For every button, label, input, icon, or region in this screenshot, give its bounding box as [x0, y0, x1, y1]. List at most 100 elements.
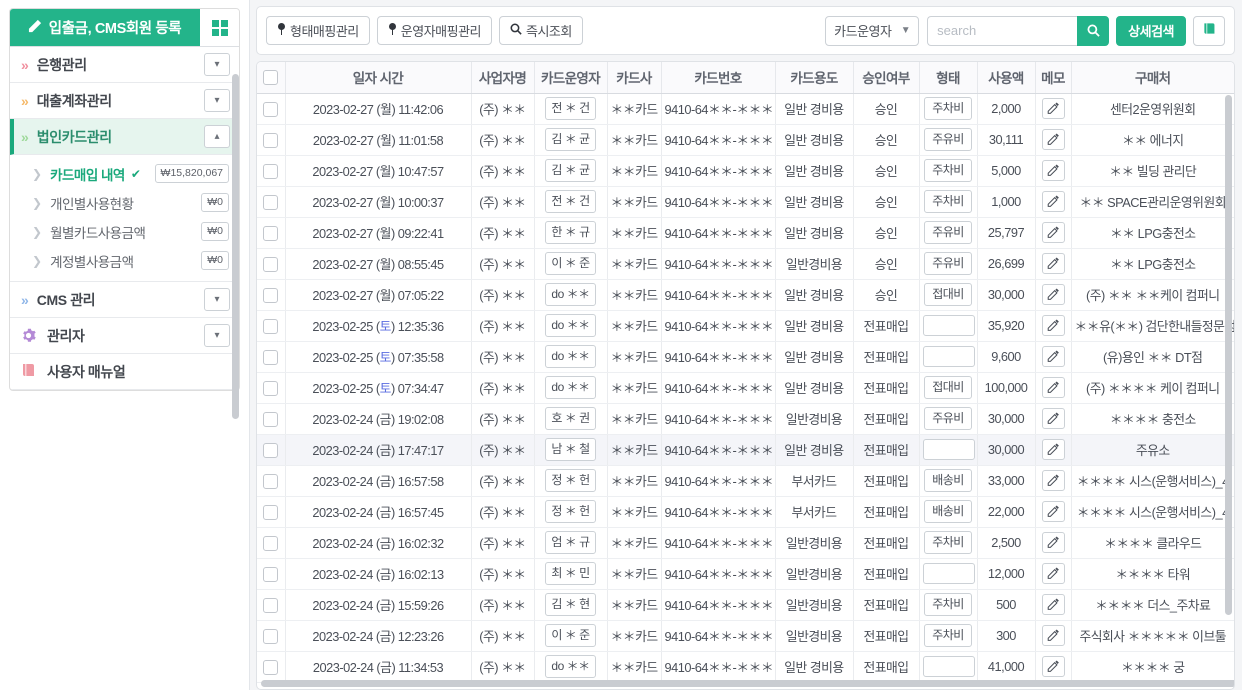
table-row[interactable]: 2023-02-24 (금) 16:02:32 (주) ＊＊ 엄 ＊ 규 ＊＊카드 94… — [257, 527, 1234, 559]
edit-memo-icon[interactable] — [1041, 594, 1065, 615]
sidebar-subitem-account-usage-amount[interactable]: ❯ 계정별사용금액 ₩0 — [10, 246, 239, 275]
sidebar-item-loan-account[interactable]: » 대출계좌관리 ▾ — [10, 83, 239, 119]
row-checkbox[interactable] — [263, 442, 279, 458]
table-horizontal-scrollbar[interactable] — [261, 680, 1234, 687]
table-row[interactable]: 2023-02-27 (월) 10:00:37 (주) ＊＊ 전 ＊ 건 ＊＊카드 94… — [257, 186, 1234, 218]
operator-mapping-button[interactable]: 운영자매핑관리 — [376, 16, 492, 45]
row-checkbox[interactable] — [263, 659, 279, 675]
row-checkbox[interactable] — [263, 287, 279, 303]
table-row[interactable]: 2023-02-24 (금) 16:57:45 (주) ＊＊ 정 ＊ 헌 ＊＊카드 94… — [257, 496, 1234, 528]
card-operator-tag[interactable]: 전 ＊ 건 — [545, 97, 596, 120]
edit-memo-icon[interactable] — [1041, 98, 1065, 119]
card-operator-select[interactable]: 카드운영자 ▼ — [825, 15, 920, 46]
table-row[interactable]: 2023-02-25 (토) 07:34:47 (주) ＊＊ do ＊＊ ＊＊카드 94… — [257, 372, 1234, 404]
card-operator-tag[interactable]: 엄 ＊ 규 — [545, 531, 596, 554]
col-header-card-number[interactable]: 카드번호 — [661, 62, 776, 94]
card-operator-tag[interactable]: 호 ＊ 권 — [545, 407, 596, 430]
sidebar-item-bank[interactable]: » 은행관리 ▾ — [10, 47, 239, 83]
col-header-card-issuer[interactable]: 카드사 — [607, 62, 662, 94]
expense-type-tag[interactable]: 주차비 — [924, 624, 972, 647]
select-all-checkbox[interactable] — [263, 70, 279, 86]
edit-memo-icon[interactable] — [1041, 129, 1065, 150]
table-row[interactable]: 2023-02-25 (토) 12:35:36 (주) ＊＊ do ＊＊ ＊＊카드 94… — [257, 310, 1234, 342]
col-header-memo[interactable]: 메모 — [1035, 62, 1072, 94]
table-vertical-scrollbar[interactable] — [1225, 95, 1232, 615]
table-row[interactable]: 2023-02-25 (토) 07:35:58 (주) ＊＊ do ＊＊ ＊＊카드 94… — [257, 341, 1234, 373]
expense-type-tag[interactable] — [922, 346, 975, 367]
expense-type-tag[interactable] — [922, 656, 975, 677]
expense-type-tag[interactable]: 주유비 — [924, 252, 972, 275]
row-checkbox[interactable] — [263, 628, 279, 644]
row-checkbox[interactable] — [263, 194, 279, 210]
edit-memo-icon[interactable] — [1041, 501, 1065, 522]
row-checkbox[interactable] — [263, 566, 279, 582]
table-row[interactable]: 2023-02-27 (월) 07:05:22 (주) ＊＊ do ＊＊ ＊＊카드 94… — [257, 279, 1234, 311]
chevron-down-icon[interactable]: ▾ — [204, 288, 230, 311]
table-row[interactable]: 2023-02-27 (월) 08:55:45 (주) ＊＊ 이 ＊ 준 ＊＊카드 94… — [257, 248, 1234, 280]
card-operator-tag[interactable]: 김 ＊ 현 — [545, 593, 596, 616]
grid-icon[interactable] — [199, 9, 239, 46]
expense-type-tag[interactable] — [922, 315, 975, 336]
card-operator-tag[interactable]: 전 ＊ 건 — [545, 190, 596, 213]
row-checkbox[interactable] — [263, 504, 279, 520]
table-row[interactable]: 2023-02-24 (금) 11:34:53 (주) ＊＊ do ＊＊ ＊＊카드 94… — [257, 651, 1234, 683]
row-checkbox[interactable] — [263, 535, 279, 551]
chevron-down-icon[interactable]: ▾ — [204, 89, 230, 112]
table-row[interactable]: 2023-02-24 (금) 16:02:13 (주) ＊＊ 최 ＊ 민 ＊＊카드 94… — [257, 558, 1234, 590]
col-header-amount[interactable]: 사용액 — [977, 62, 1036, 94]
col-header-vendor[interactable]: 구매처 — [1071, 62, 1234, 94]
expense-type-tag[interactable]: 주유비 — [924, 128, 972, 151]
row-checkbox[interactable] — [263, 473, 279, 489]
expense-type-tag[interactable]: 주차비 — [924, 593, 972, 616]
edit-memo-icon[interactable] — [1041, 625, 1065, 646]
edit-memo-icon[interactable] — [1041, 222, 1065, 243]
card-operator-tag[interactable]: do ＊＊ — [545, 283, 596, 306]
edit-memo-icon[interactable] — [1041, 284, 1065, 305]
expense-type-tag[interactable]: 주차비 — [924, 190, 972, 213]
sidebar-item-user-manual[interactable]: 사용자 매뉴얼 — [10, 354, 239, 390]
expense-type-tag[interactable]: 접대비 — [924, 376, 972, 399]
card-operator-tag[interactable]: 정 ＊ 헌 — [545, 500, 596, 523]
expense-type-tag[interactable]: 주차비 — [924, 531, 972, 554]
table-row[interactable]: 2023-02-27 (월) 09:22:41 (주) ＊＊ 한 ＊ 규 ＊＊카드 94… — [257, 217, 1234, 249]
table-row[interactable]: 2023-02-27 (월) 11:01:58 (주) ＊＊ 김 ＊ 균 ＊＊카드 94… — [257, 124, 1234, 156]
detail-search-button[interactable]: 상세검색 — [1116, 15, 1186, 46]
card-operator-tag[interactable]: 최 ＊ 민 — [545, 562, 596, 585]
card-operator-tag[interactable]: do ＊＊ — [545, 345, 596, 368]
expense-type-tag[interactable] — [922, 439, 975, 460]
card-operator-tag[interactable]: 이 ＊ 준 — [545, 624, 596, 647]
card-operator-tag[interactable]: do ＊＊ — [545, 376, 596, 399]
search-submit-button[interactable] — [1077, 15, 1110, 46]
col-header-business-name[interactable]: 사업자명 — [471, 62, 535, 94]
edit-memo-icon[interactable] — [1041, 470, 1065, 491]
card-operator-tag[interactable]: do ＊＊ — [545, 314, 596, 337]
row-checkbox[interactable] — [263, 411, 279, 427]
col-header-type[interactable]: 형태 — [919, 62, 978, 94]
row-checkbox[interactable] — [263, 597, 279, 613]
edit-memo-icon[interactable] — [1041, 346, 1065, 367]
sidebar-subitem-monthly-card-amount[interactable]: ❯ 월별카드사용금액 ₩0 — [10, 217, 239, 246]
row-checkbox[interactable] — [263, 132, 279, 148]
edit-memo-icon[interactable] — [1041, 656, 1065, 677]
sidebar-item-admin[interactable]: 관리자 ▾ — [10, 318, 239, 354]
edit-memo-icon[interactable] — [1041, 532, 1065, 553]
table-row[interactable]: 2023-02-24 (금) 16:57:58 (주) ＊＊ 정 ＊ 헌 ＊＊카드 94… — [257, 465, 1234, 497]
table-row[interactable]: 2023-02-27 (월) 10:47:57 (주) ＊＊ 김 ＊ 균 ＊＊카드 94… — [257, 155, 1234, 187]
expense-type-tag[interactable] — [922, 563, 975, 584]
expense-type-tag[interactable]: 주차비 — [924, 97, 972, 120]
edit-memo-icon[interactable] — [1041, 563, 1065, 584]
sidebar-scrollbar[interactable] — [232, 74, 239, 419]
card-operator-tag[interactable]: 정 ＊ 헌 — [545, 469, 596, 492]
expense-type-tag[interactable]: 배송비 — [924, 469, 972, 492]
col-header-card-operator[interactable]: 카드운영자 — [534, 62, 608, 94]
manual-button[interactable] — [1193, 15, 1225, 46]
chevron-up-icon[interactable]: ▴ — [204, 125, 230, 148]
expense-type-tag[interactable]: 주유비 — [924, 221, 972, 244]
card-operator-tag[interactable]: 남 ＊ 철 — [545, 438, 596, 461]
edit-memo-icon[interactable] — [1041, 160, 1065, 181]
edit-memo-icon[interactable] — [1041, 253, 1065, 274]
instant-query-button[interactable]: 즉시조회 — [499, 16, 583, 45]
row-checkbox[interactable] — [263, 349, 279, 365]
sidebar-header-main[interactable]: 입출금, CMS회원 등록 — [10, 9, 199, 46]
edit-memo-icon[interactable] — [1041, 191, 1065, 212]
